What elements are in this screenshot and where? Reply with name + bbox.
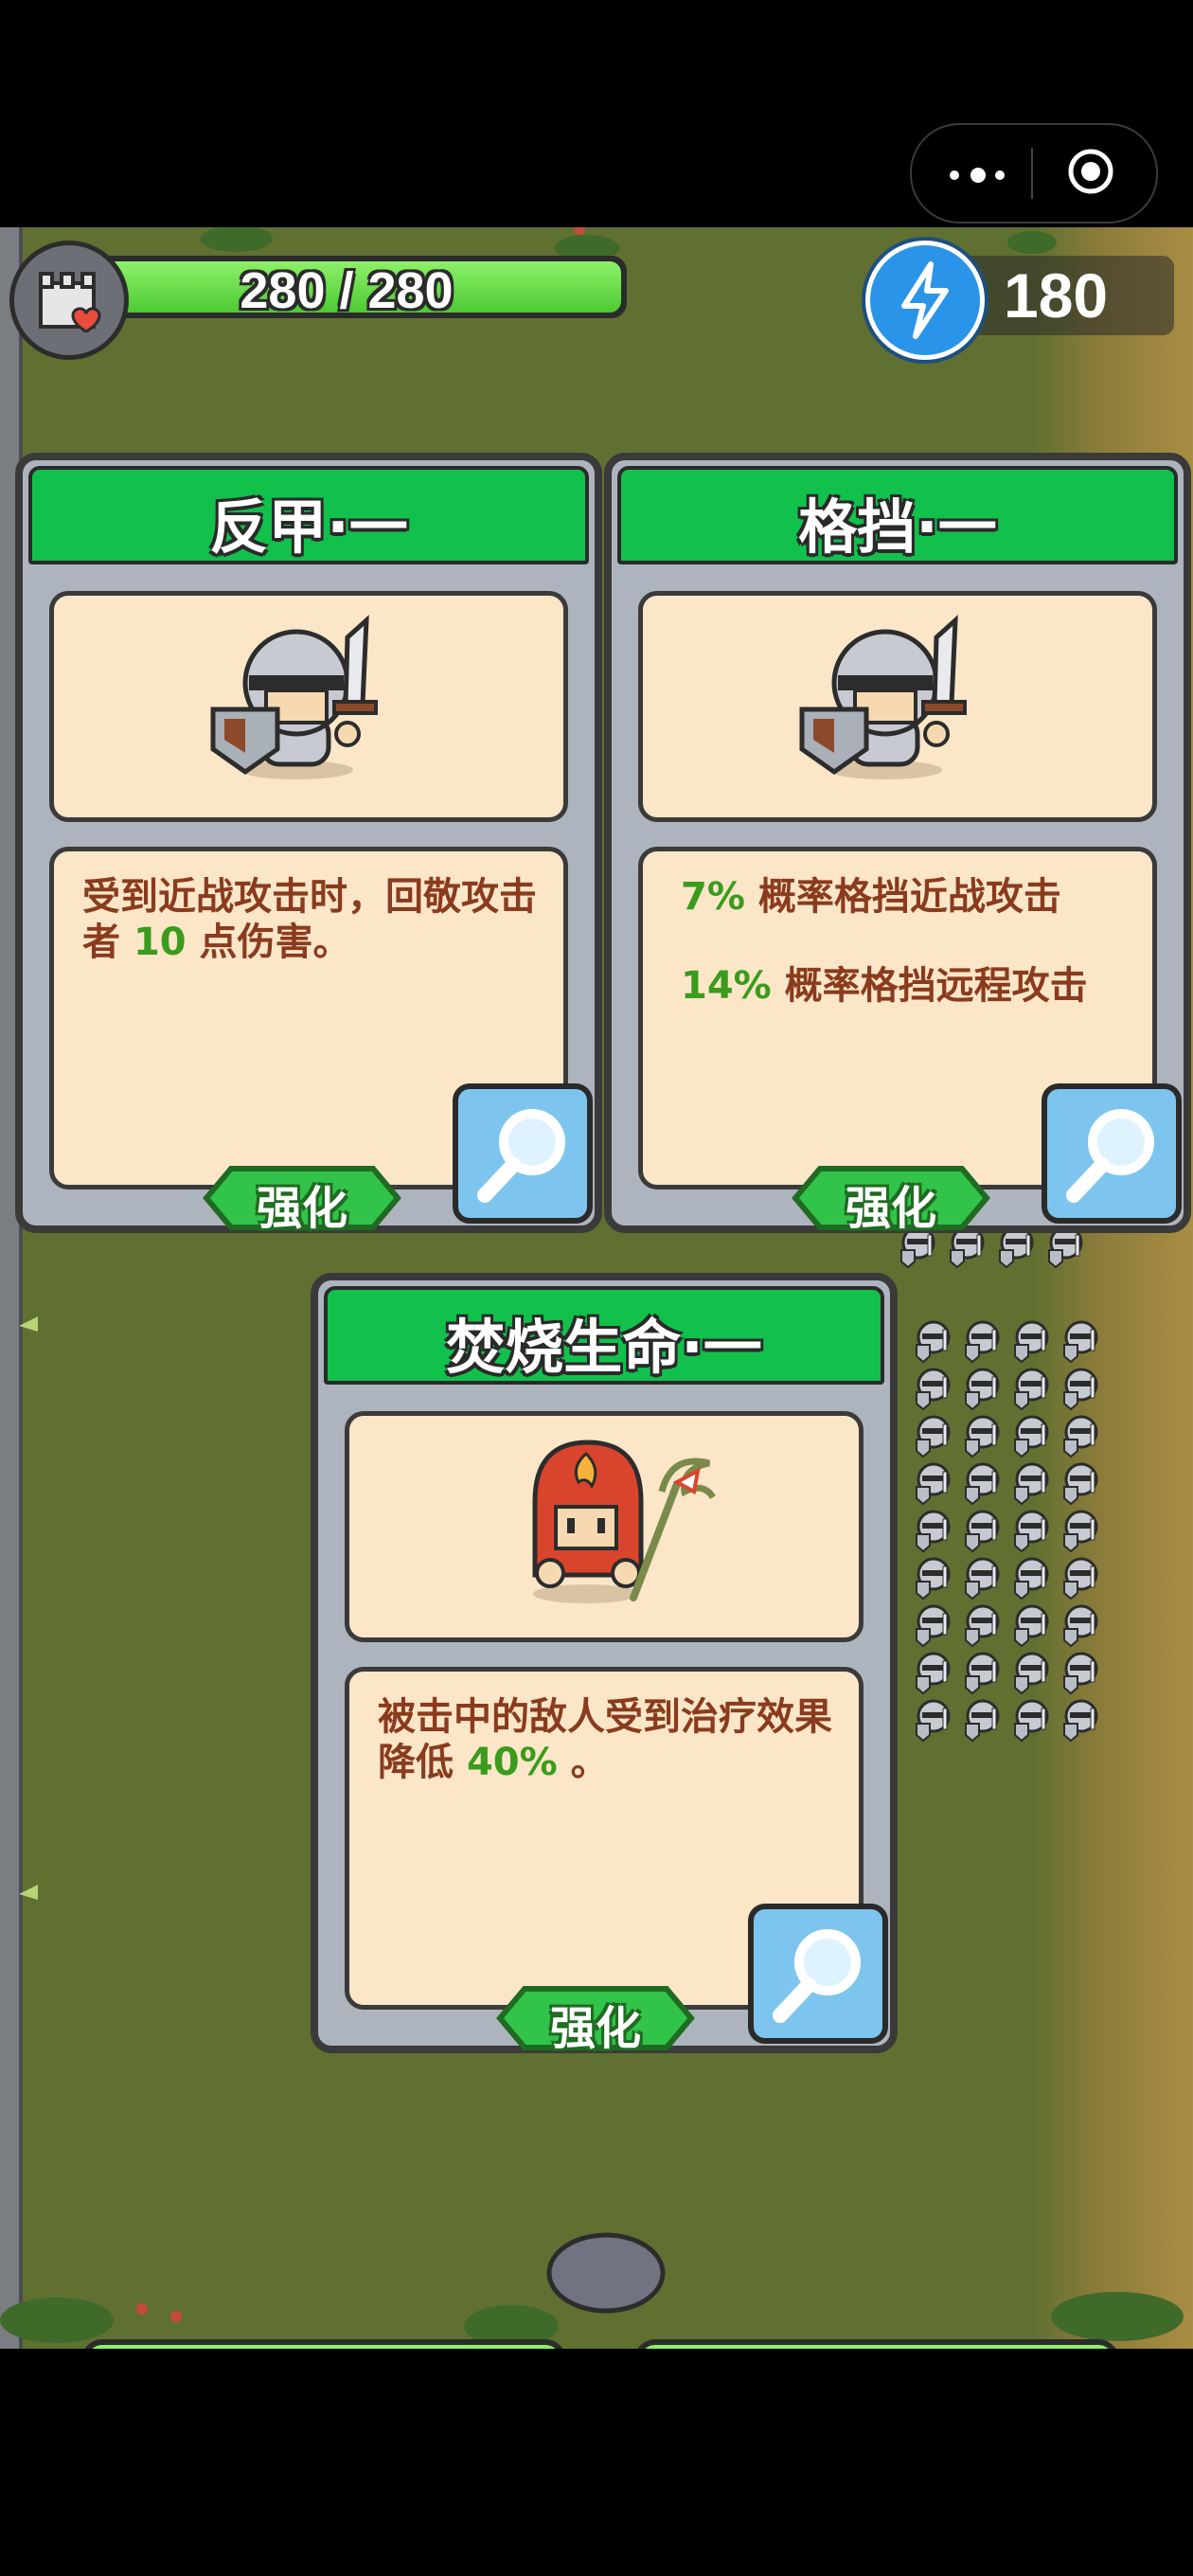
- magnifier-icon: [477, 1109, 565, 1203]
- card-portrait: [345, 1411, 864, 1642]
- capsule-divider: [1031, 148, 1033, 199]
- card-description-text: 被击中的敌人受到治疗效果降低 40% 。: [378, 1695, 832, 1784]
- mini-program-capsule: [910, 123, 1158, 224]
- status-bar: [0, 0, 1193, 227]
- block-ranged-line: 14% 概率格挡远程攻击: [681, 964, 1088, 1008]
- upgrade-badge: 强化: [496, 1985, 695, 2055]
- card-title: 焚烧生命·一: [446, 1313, 762, 1382]
- magnifier-icon: [1066, 1109, 1154, 1203]
- close-target-icon[interactable]: [1067, 148, 1114, 195]
- magnifier-button[interactable]: [453, 1083, 593, 1224]
- magnifier-button[interactable]: [748, 1904, 888, 2044]
- knight-icon: [210, 615, 378, 779]
- skill-card-reflect-armor[interactable]: 反甲·一 受到近战攻击时，回敬攻击者 10 点伤害。: [15, 453, 602, 1233]
- hp-value: 280 / 280: [240, 262, 454, 319]
- castle-heart-icon: [9, 241, 129, 360]
- upgrade-badge: 强化: [792, 1165, 990, 1235]
- fire-mage-icon: [532, 1440, 716, 1603]
- card-header: 焚烧生命·一: [324, 1286, 884, 1385]
- refresh-button[interactable]: 刷新 3: [81, 2339, 566, 2349]
- upgrade-label: 强化: [845, 1182, 936, 1235]
- knight-icon: [799, 615, 967, 779]
- energy-value: 180: [1004, 260, 1109, 331]
- double-pick-button[interactable]: 双选 2: [634, 2339, 1119, 2349]
- more-icon[interactable]: [946, 159, 1031, 188]
- card-description-text: 受到近战攻击时，回敬攻击者 10 点伤害。: [82, 875, 537, 964]
- card-title: 格挡·一: [798, 492, 997, 562]
- skill-card-burn-life[interactable]: 焚烧生命·一 被击中的敌人受到治疗效果降低 40% 。: [311, 1273, 898, 2053]
- skill-card-block[interactable]: 格挡·一 7% 概率格挡近战攻击 14% 概率格挡远程攻击: [604, 453, 1191, 1233]
- card-header: 格挡·一: [617, 466, 1178, 564]
- enemy-army: [899, 1225, 1098, 1743]
- card-portrait: [638, 591, 1157, 822]
- bottom-black-area: [0, 2349, 1193, 2576]
- upgrade-badge: 强化: [203, 1165, 401, 1235]
- lightning-icon: [865, 241, 985, 360]
- upgrade-label: 强化: [256, 1182, 347, 1235]
- magnifier-icon: [773, 1929, 861, 2023]
- card-title: 反甲·一: [209, 492, 408, 562]
- card-portrait: [49, 591, 568, 822]
- upgrade-label: 强化: [549, 2002, 641, 2055]
- magnifier-button[interactable]: [1042, 1083, 1182, 1224]
- hp-bar: 280 / 280: [66, 256, 627, 319]
- card-description-text: 7% 概率格挡近战攻击 14% 概率格挡远程攻击: [681, 874, 1133, 1052]
- card-header: 反甲·一: [28, 466, 589, 564]
- game-area: 280 / 280 180 反甲·一 受到近战攻击时，回敬攻击者 10 点伤害。…: [0, 227, 1193, 2349]
- block-melee-line: 7% 概率格挡近战攻击: [681, 875, 1061, 919]
